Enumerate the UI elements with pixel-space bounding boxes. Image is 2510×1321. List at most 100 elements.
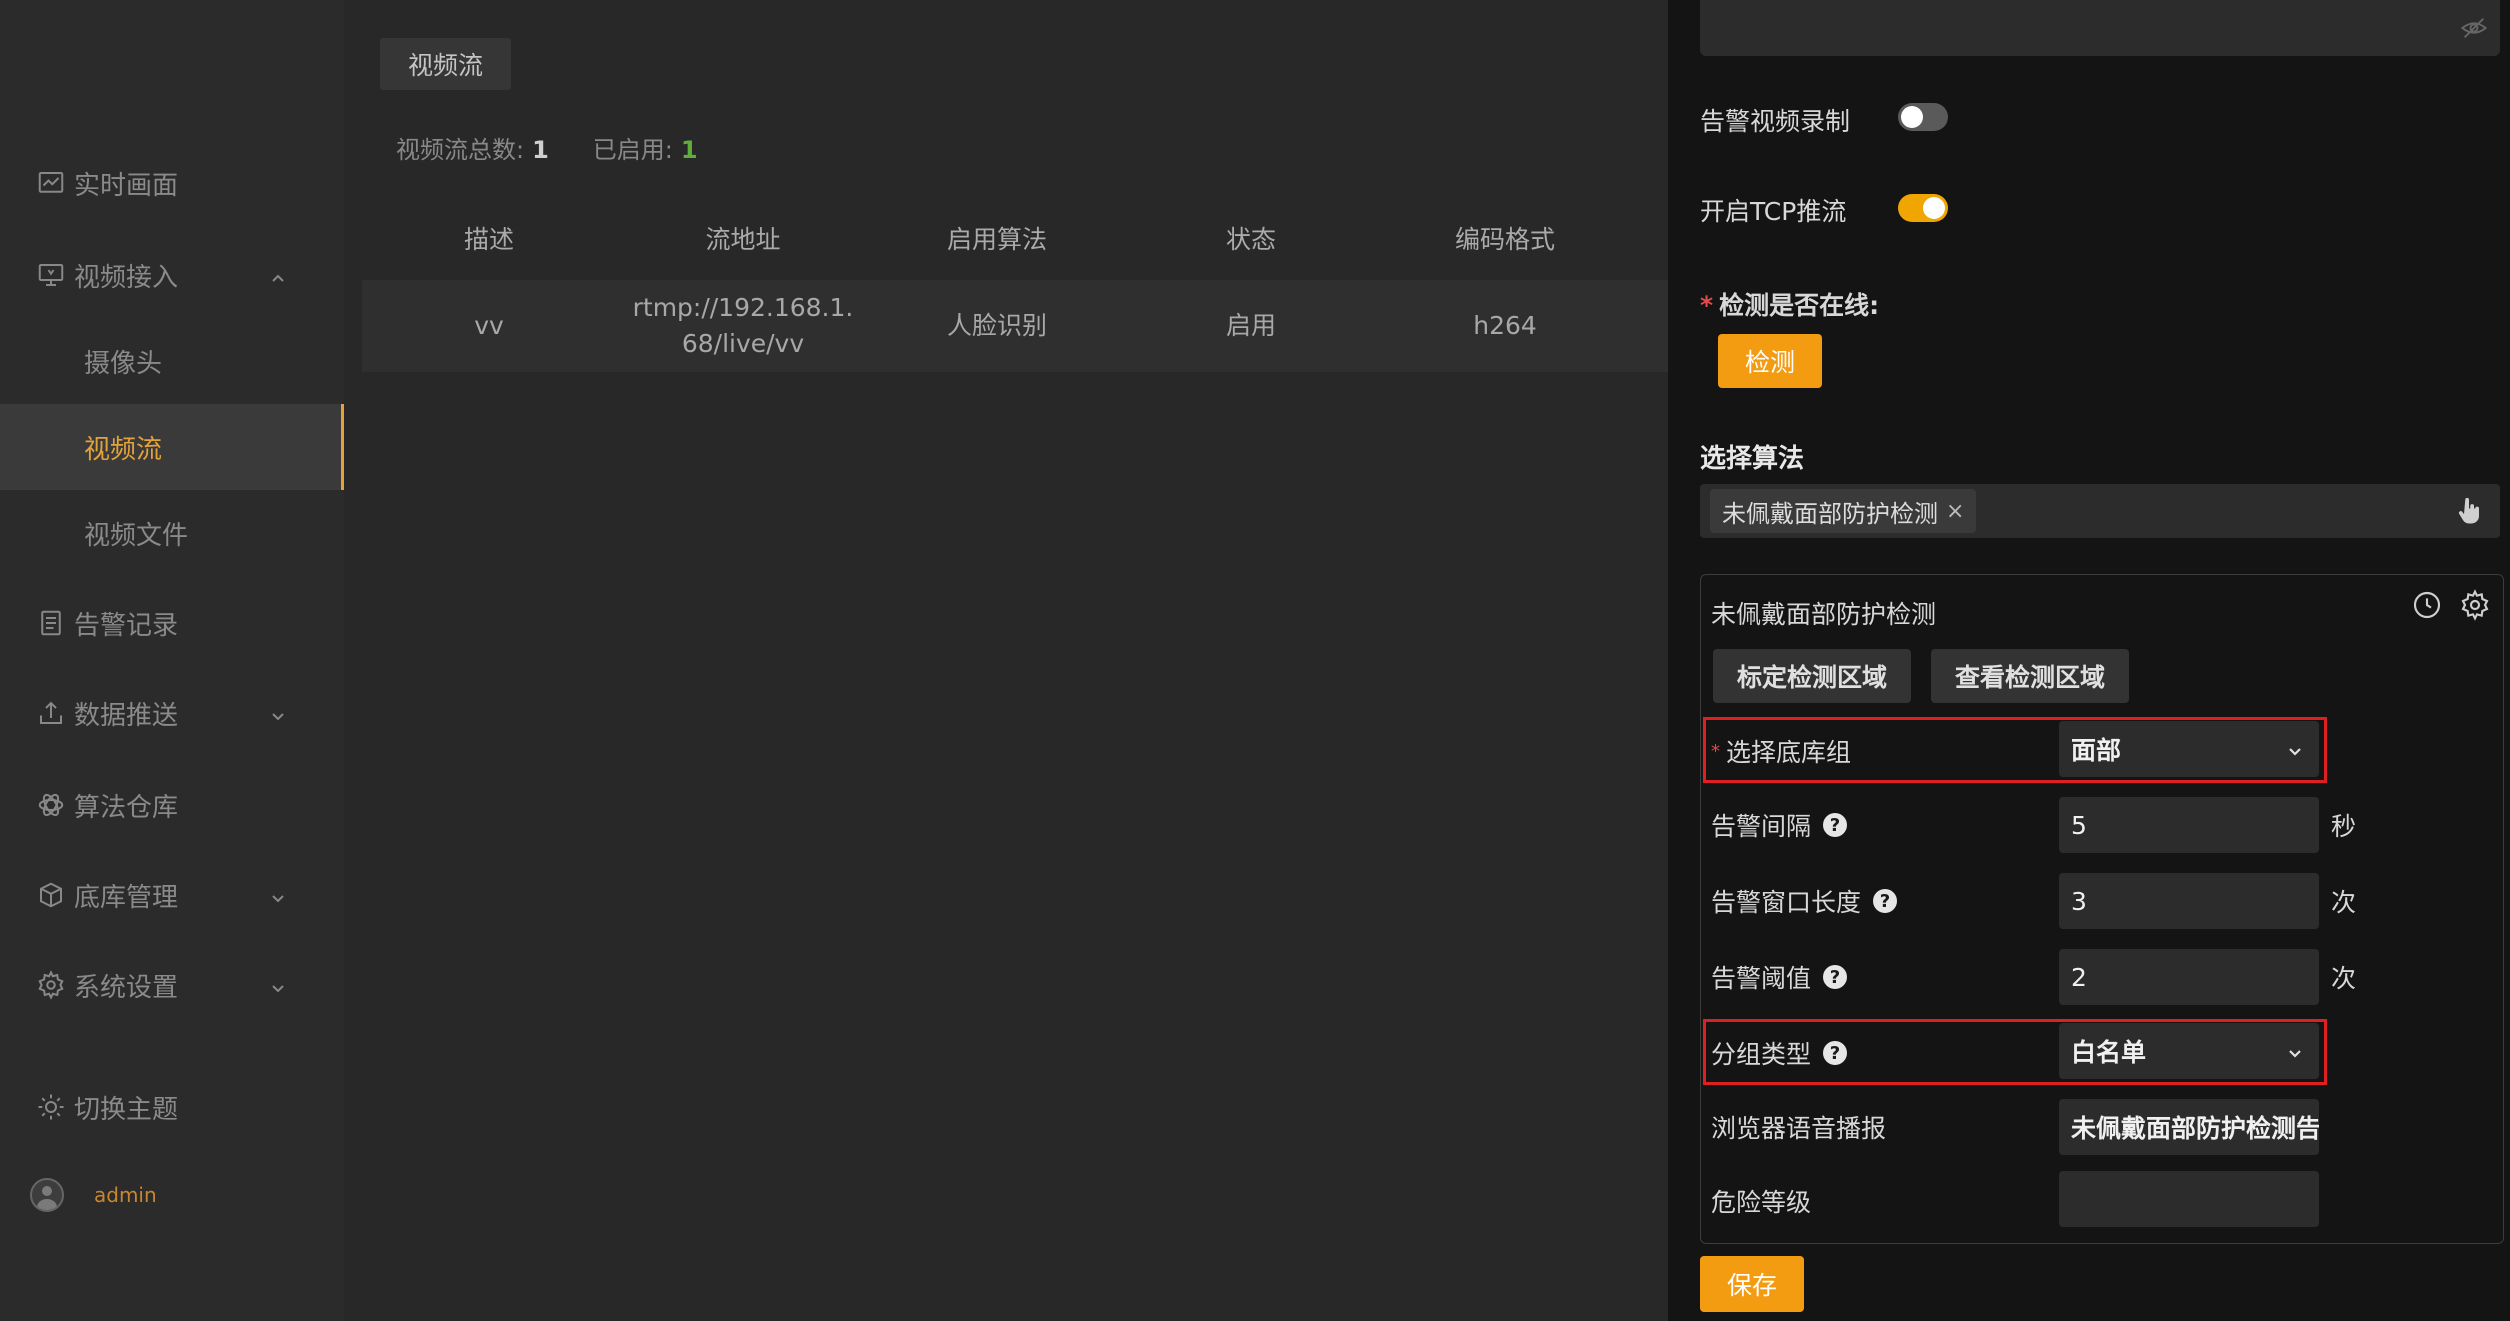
mark-area-button[interactable]: 标定检测区域 [1713, 649, 1912, 703]
gear-icon[interactable] [2459, 589, 2491, 621]
alarm-record-label: 告警视频录制 [1700, 107, 1851, 136]
alarm-interval-text: 告警间隔 [1711, 812, 1812, 841]
theme-toggle[interactable]: 切换主题 [0, 1064, 344, 1150]
algorithm-tag-label: 未佩戴面部防护检测 [1722, 499, 1938, 528]
library-group-text: 选择底库组 [1726, 738, 1852, 767]
cell-url: rtmp://192.168.1. 68/live/vv [616, 290, 870, 362]
chevron-up-icon [268, 265, 288, 285]
sidebar-item-alarm-records[interactable]: 告警记录 [0, 580, 344, 666]
sidebar-item-realtime[interactable]: 实时画面 [0, 140, 344, 226]
threshold-label: 告警阈值? [1711, 959, 1848, 995]
help-icon[interactable]: ? [1873, 889, 1898, 913]
alarm-interval-label: 告警间隔? [1711, 807, 1848, 843]
close-icon[interactable]: × [1946, 499, 1964, 524]
voice-text: 浏览器语音播报 [1711, 1114, 1887, 1143]
sidebar-item-label: 摄像头 [84, 348, 163, 379]
chart-icon [34, 166, 68, 200]
library-group-label: * 选择底库组 [1711, 733, 1851, 769]
tcp-push-switch[interactable] [1898, 194, 1948, 222]
sidebar-item-video-stream[interactable]: 视频流 [0, 404, 344, 490]
chevron-down-icon [268, 885, 288, 905]
user-menu[interactable]: admin [30, 1178, 157, 1212]
library-group-select[interactable]: 面部 [2059, 721, 2319, 777]
table-row[interactable]: vv rtmp://192.168.1. 68/live/vv 人脸识别 启用 h… [362, 280, 1668, 372]
stream-stats: 视频流总数: 1 已启用: 1 [396, 130, 698, 165]
check-button[interactable]: 检测 [1718, 334, 1822, 388]
sun-icon [34, 1090, 68, 1124]
enabled-count-label: 已启用: [592, 136, 673, 164]
tcp-push-label: 开启TCP推流 [1700, 197, 1847, 226]
eye-off-icon[interactable] [2460, 14, 2488, 42]
group-type-value: 白名单 [2071, 1038, 2147, 1067]
total-count-label: 视频流总数: [396, 136, 525, 164]
settings-panel: 告警视频录制 开启TCP推流 * 检测是否在线: 检测 选择算法 未佩戴面部防护检… [1668, 0, 2510, 1321]
switch-knob [1901, 106, 1923, 128]
stream-table: 描述 流地址 启用算法 状态 编码格式 vv rtmp://192.168.1.… [362, 200, 1668, 372]
library-group-value: 面部 [2071, 736, 2122, 765]
column-header: 启用算法 [946, 225, 1047, 254]
cell-codec: h264 [1473, 311, 1537, 340]
chevron-down-icon [268, 975, 288, 995]
sidebar-item-algorithm-store[interactable]: 算法仓库 [0, 762, 344, 848]
user-name: admin [94, 1183, 157, 1207]
column-header: 编码格式 [1454, 225, 1555, 254]
help-icon[interactable]: ? [1823, 813, 1848, 837]
sidebar-item-library[interactable]: 底库管理 [0, 852, 344, 938]
total-count-value: 1 [532, 136, 549, 164]
help-icon[interactable]: ? [1823, 1041, 1848, 1065]
danger-level-text: 危险等级 [1711, 1188, 1812, 1217]
help-icon[interactable]: ? [1823, 965, 1848, 989]
main-content: 视频流 视频流总数: 1 已启用: 1 描述 流地址 启用算法 状态 编码格式 vv… [344, 0, 1668, 1321]
threshold-text: 告警阈值 [1711, 964, 1812, 993]
tab-video-stream[interactable]: 视频流 [380, 38, 512, 90]
group-type-select[interactable]: 白名单 [2059, 1023, 2319, 1079]
clock-icon[interactable] [2411, 589, 2443, 621]
sidebar-item-camera[interactable]: 摄像头 [0, 318, 344, 404]
sidebar-item-label: 算法仓库 [74, 792, 179, 823]
sidebar: 实时画面 视频接入 摄像头 视频流 视频文件 告警记录 数据推送 算法仓库 底库… [0, 0, 344, 1321]
column-header: 描述 [463, 225, 514, 254]
sidebar-item-label: 实时画面 [74, 170, 179, 201]
danger-level-label: 危险等级 [1711, 1183, 1811, 1219]
view-area-button[interactable]: 查看检测区域 [1931, 649, 2130, 703]
danger-level-input[interactable] [2059, 1171, 2319, 1227]
voice-input[interactable]: 未佩戴面部防护检测告 [2059, 1099, 2319, 1155]
threshold-input[interactable]: 2 [2059, 949, 2319, 1005]
alarm-record-switch[interactable] [1898, 103, 1948, 131]
sidebar-item-label: 系统设置 [74, 972, 179, 1003]
theme-toggle-label: 切换主题 [74, 1094, 179, 1125]
chevron-down-icon [2285, 1041, 2305, 1061]
sidebar-item-label: 数据推送 [74, 700, 179, 731]
cell-algorithm: 人脸识别 [946, 311, 1047, 340]
url-line: rtmp://192.168.1. [632, 293, 854, 322]
voice-label: 浏览器语音播报 [1711, 1109, 1886, 1145]
algorithm-config-card: 未佩戴面部防护检测 标定检测区域 查看检测区域 * 选择底库组 面部 告警间隔? … [1700, 574, 2504, 1244]
sidebar-item-video-access[interactable]: 视频接入 [0, 232, 344, 318]
avatar [30, 1178, 64, 1212]
sidebar-item-data-push[interactable]: 数据推送 [0, 670, 344, 756]
save-button[interactable]: 保存 [1700, 1256, 1804, 1312]
group-type-label: 分组类型? [1711, 1035, 1848, 1071]
alarm-interval-unit: 秒 [2331, 812, 2357, 841]
monitor-icon [34, 258, 68, 292]
atom-icon [34, 788, 68, 822]
table-header: 描述 流地址 启用算法 状态 编码格式 [362, 200, 1668, 280]
online-check-label: * 检测是否在线: [1700, 286, 1879, 322]
column-header: 流地址 [705, 225, 781, 254]
password-input[interactable] [1700, 0, 2500, 56]
algorithm-select[interactable]: 未佩戴面部防护检测 × [1700, 484, 2500, 538]
gear-icon [34, 968, 68, 1002]
cell-status: 启用 [1225, 311, 1276, 340]
online-check-text: 检测是否在线: [1719, 291, 1880, 320]
list-icon [34, 606, 68, 640]
sidebar-item-video-file[interactable]: 视频文件 [0, 490, 344, 576]
total-count: 视频流总数: 1 [396, 130, 549, 165]
alarm-interval-input[interactable]: 5 [2059, 797, 2319, 853]
sidebar-item-label: 告警记录 [74, 610, 179, 641]
group-type-text: 分组类型 [1711, 1040, 1812, 1069]
sidebar-item-label: 视频文件 [84, 520, 189, 551]
window-length-input[interactable]: 3 [2059, 873, 2319, 929]
sidebar-item-settings[interactable]: 系统设置 [0, 942, 344, 1028]
switch-knob [1923, 197, 1945, 219]
sidebar-item-label: 底库管理 [74, 882, 179, 913]
